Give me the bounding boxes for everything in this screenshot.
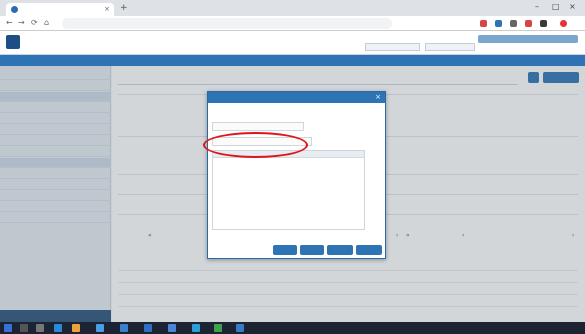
- context-select-2[interactable]: [425, 43, 475, 51]
- maximize-icon[interactable]: □: [552, 2, 560, 11]
- extension-icon[interactable]: [480, 20, 487, 27]
- modal-field-1[interactable]: [212, 122, 304, 131]
- modal-header: ×: [208, 92, 385, 103]
- search-icon[interactable]: [20, 324, 28, 332]
- listbox-header: [213, 151, 364, 158]
- modal-button-3[interactable]: [327, 245, 353, 255]
- os-taskbar: [0, 322, 585, 334]
- modal-button-4[interactable]: [356, 245, 382, 255]
- taskbar-app-icon[interactable]: [144, 324, 152, 332]
- browser-tab[interactable]: ×: [6, 3, 114, 16]
- tab-close-icon[interactable]: ×: [104, 5, 110, 13]
- window-close-icon[interactable]: ×: [569, 2, 576, 11]
- taskbar-app-icon[interactable]: [214, 324, 222, 332]
- extension-icon[interactable]: [510, 20, 517, 27]
- back-icon[interactable]: ←: [6, 18, 13, 27]
- taskbar-app-icon[interactable]: [96, 324, 104, 332]
- new-tab-button[interactable]: +: [120, 3, 128, 13]
- windows-start-icon[interactable]: [4, 324, 12, 332]
- taskbar-app-icon[interactable]: [168, 324, 176, 332]
- reload-icon[interactable]: ⟳: [31, 18, 38, 27]
- app-logo-icon: [6, 35, 20, 49]
- user-menu[interactable]: [478, 35, 578, 43]
- forward-icon[interactable]: →: [18, 18, 25, 27]
- modal-close-icon[interactable]: ×: [375, 93, 381, 101]
- modal-dialog: ×: [207, 91, 386, 259]
- browser-toolbar: ← → ⟳ ⌂: [0, 16, 585, 31]
- modal-button-2[interactable]: [300, 245, 324, 255]
- site-favicon-icon: [11, 6, 18, 13]
- app-header: [0, 31, 585, 55]
- browser-tabstrip: × + – □ ×: [0, 0, 585, 16]
- extension-icon[interactable]: [495, 20, 502, 27]
- extension-icon[interactable]: [540, 20, 547, 27]
- context-select[interactable]: [365, 43, 420, 51]
- minimize-icon[interactable]: –: [535, 2, 539, 11]
- taskbar-app-icon[interactable]: [54, 324, 62, 332]
- taskbar-app-icon[interactable]: [236, 324, 244, 332]
- app-nav-bar: [0, 55, 585, 66]
- modal-listbox[interactable]: [212, 150, 365, 230]
- taskbar-app-icon[interactable]: [192, 324, 200, 332]
- task-view-icon[interactable]: [36, 324, 44, 332]
- home-icon[interactable]: ⌂: [44, 18, 49, 27]
- address-bar[interactable]: [62, 18, 392, 29]
- profile-avatar[interactable]: [560, 20, 567, 27]
- file-explorer-icon[interactable]: [72, 324, 80, 332]
- modal-button-1[interactable]: [273, 245, 297, 255]
- extension-icon[interactable]: [525, 20, 532, 27]
- taskbar-app-icon[interactable]: [120, 324, 128, 332]
- modal-field-2[interactable]: [212, 137, 312, 146]
